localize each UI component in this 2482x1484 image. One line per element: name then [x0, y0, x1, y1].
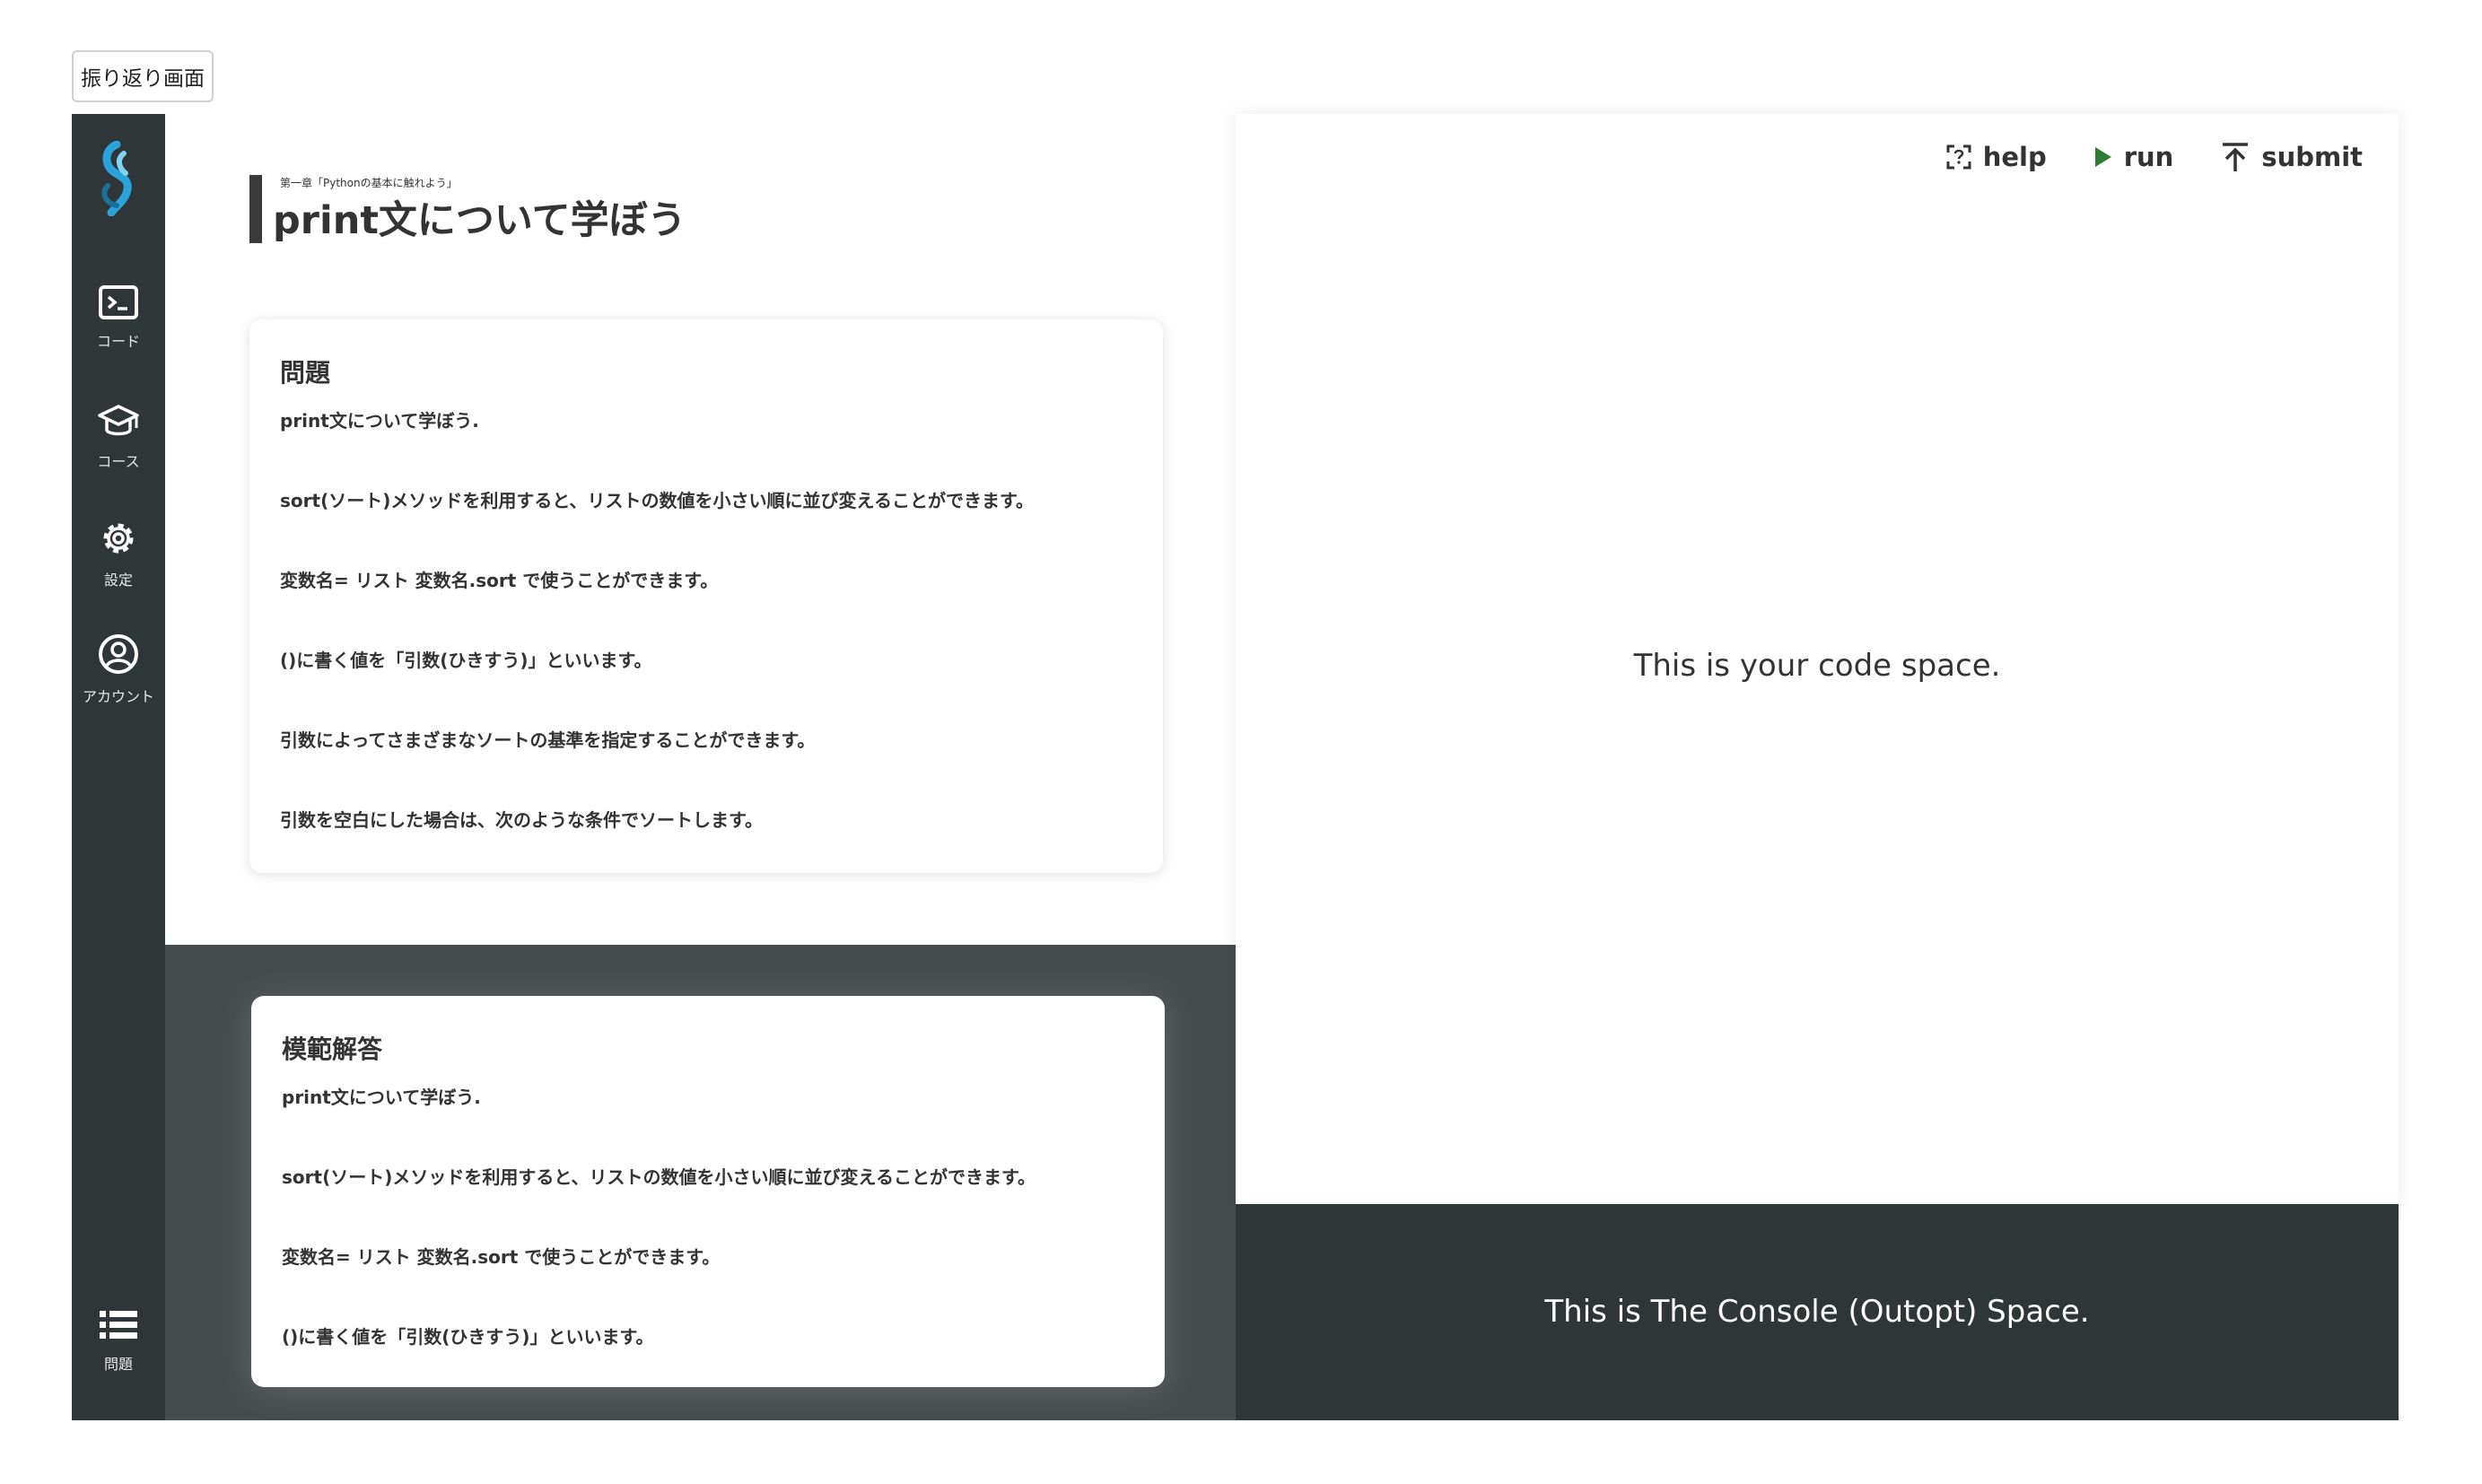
- problem-line: ()に書く値を「引数(ひきすう)」といいます。: [280, 650, 652, 671]
- help-label: help: [1982, 142, 2047, 172]
- editor-toolbar: help run submit: [1899, 141, 2363, 173]
- sidebar-item-problems[interactable]: 問題: [72, 1307, 165, 1374]
- graduation-cap-icon: [98, 405, 139, 436]
- problem-panel: 第一章「Pythonの基本に触れよう」 print文について学ぼう 問題 pri…: [165, 114, 1236, 945]
- sidebar-item-label: 設定: [103, 572, 133, 589]
- answer-panel: 模範解答 print文について学ぼう. sort(ソート)メソッドを利用すると、…: [165, 945, 1236, 1420]
- console-output: This is The Console (Outopt) Space.: [1236, 1204, 2399, 1420]
- sidebar-item-code[interactable]: コード: [72, 284, 165, 351]
- sidebar-item-label: コード: [96, 333, 140, 350]
- help-button[interactable]: help: [1945, 142, 2047, 172]
- answer-line: print文について学ぼう.: [282, 1087, 481, 1108]
- code-editor[interactable]: help run submit This is your code space.: [1236, 114, 2399, 1204]
- play-icon: [2094, 147, 2111, 167]
- problem-line: sort(ソート)メソッドを利用すると、リストの数値を小さい順に並び変えることが…: [280, 490, 1034, 511]
- sidebar-item-settings[interactable]: 設定: [72, 518, 165, 589]
- review-screen-button[interactable]: 振り返り画面: [72, 50, 214, 102]
- sidebar-item-label: アカウント: [82, 688, 154, 705]
- sidebar: コード コース 設定 アカウント 問題: [72, 114, 165, 1420]
- submit-button[interactable]: submit: [2220, 141, 2363, 173]
- run-label: run: [2123, 142, 2174, 172]
- answer-line: 変数名= リスト 変数名.sort で使うことができます。: [282, 1246, 721, 1268]
- answer-line: sort(ソート)メソッドを利用すると、リストの数値を小さい順に並び変えることが…: [282, 1166, 1036, 1188]
- console-placeholder: This is The Console (Outopt) Space.: [1544, 1294, 2090, 1330]
- account-circle-icon: [99, 634, 138, 674]
- problem-line: print文について学ぼう.: [280, 410, 479, 432]
- submit-label: submit: [2261, 142, 2363, 172]
- problem-line: 引数を空白にした場合は、次のような条件でソートします。: [280, 809, 763, 831]
- gear-icon: [103, 523, 134, 554]
- problem-card: 問題 print文について学ぼう. sort(ソート)メソッドを利用すると、リス…: [249, 319, 1163, 873]
- sidebar-item-label: 問題: [103, 1356, 133, 1373]
- answer-heading: 模範解答: [282, 1034, 383, 1064]
- list-icon: [100, 1311, 137, 1339]
- help-scan-icon: [1946, 144, 1971, 170]
- page-title: print文について学ぼう: [273, 198, 686, 243]
- problem-line: 引数によってさまざまなソートの基準を指定することができます。: [280, 729, 816, 751]
- answer-line: ()に書く値を「引数(ひきすう)」といいます。: [282, 1326, 654, 1348]
- run-button[interactable]: run: [2093, 142, 2174, 172]
- problem-heading: 問題: [280, 358, 331, 388]
- problem-line: 変数名= リスト 変数名.sort で使うことができます。: [280, 570, 719, 591]
- upload-icon: [2223, 143, 2249, 171]
- chapter-label: 第一章「Pythonの基本に触れよう」: [280, 177, 458, 189]
- app-logo[interactable]: [92, 140, 145, 217]
- code-space-placeholder: This is your code space.: [1633, 648, 2001, 684]
- sidebar-item-account[interactable]: アカウント: [72, 633, 165, 706]
- sidebar-item-course[interactable]: コース: [72, 403, 165, 471]
- answer-card: 模範解答 print文について学ぼう. sort(ソート)メソッドを利用すると、…: [251, 996, 1165, 1387]
- title-accent-bar: [249, 175, 262, 243]
- sidebar-item-label: コース: [97, 453, 140, 470]
- terminal-icon: [99, 285, 138, 319]
